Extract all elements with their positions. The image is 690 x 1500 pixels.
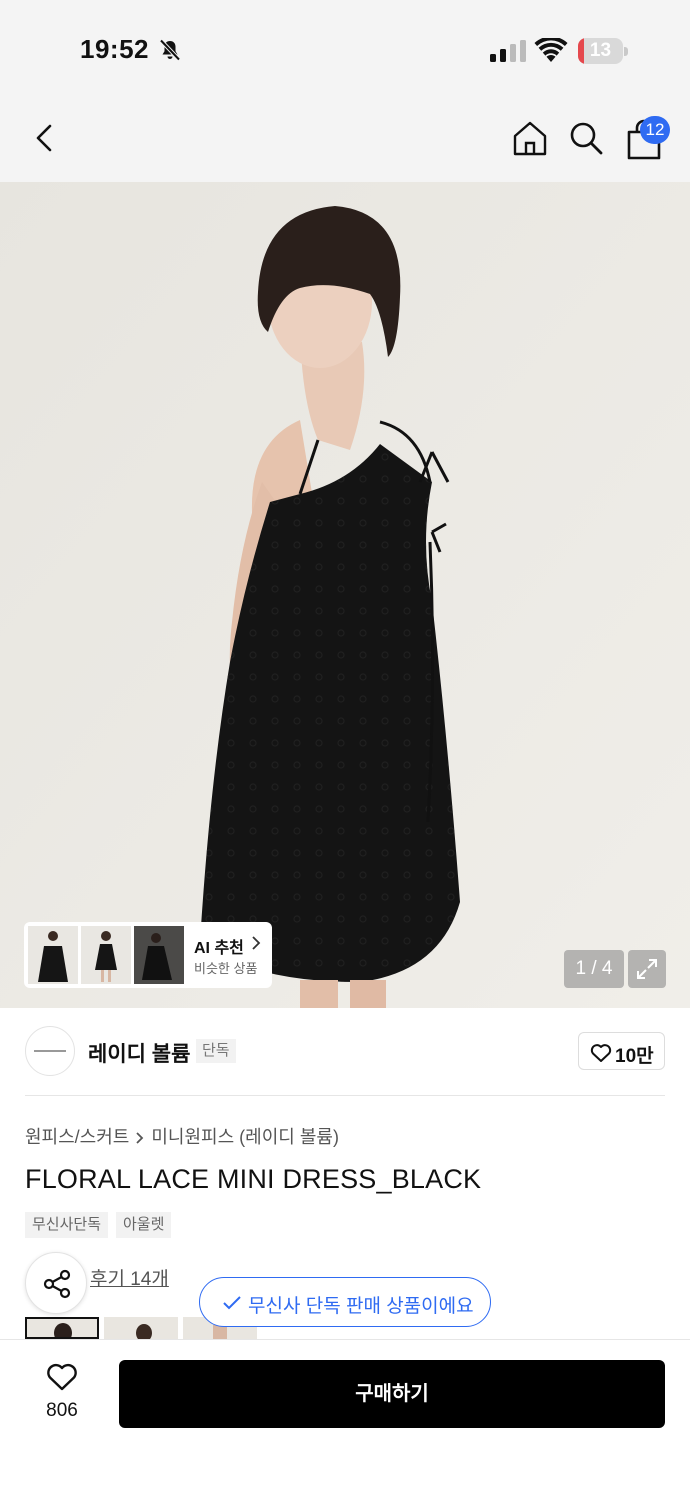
breadcrumb: 원피스/스커트 미니원피스 (레이디 볼륨) <box>25 1123 339 1149</box>
product-image-carousel[interactable]: AI 추천 비슷한 상품 1 / 4 <box>0 182 690 1008</box>
similar-product-thumbnail[interactable] <box>81 926 131 984</box>
home-icon[interactable] <box>510 118 550 158</box>
exclusive-sale-toast: 무신사 단독 판매 상품이에요 <box>199 1277 491 1327</box>
product-photo <box>0 182 690 1008</box>
brand-like-button[interactable]: 10만 <box>578 1032 665 1070</box>
buy-button[interactable]: 구매하기 <box>119 1360 665 1428</box>
brand-exclusive-tag: 단독 <box>196 1039 236 1063</box>
battery-indicator: 13 <box>578 38 628 64</box>
toast-text: 무신사 단독 판매 상품이에요 <box>248 1296 474 1317</box>
review-photo-thumbnail[interactable] <box>104 1317 178 1339</box>
ai-recommendation-title: AI 추천 <box>194 940 244 957</box>
wishlist-button[interactable]: 806 <box>30 1362 94 1432</box>
cart-count-badge: 12 <box>640 116 670 144</box>
ai-recommendation-subtitle: 비슷한 상품 <box>194 961 258 976</box>
bell-off-icon <box>159 39 181 61</box>
status-bar: 19:52 13 <box>0 0 690 100</box>
brand-name[interactable]: 레이디 볼륨 <box>88 1038 190 1068</box>
bottom-action-bar: 806 구매하기 <box>0 1339 690 1500</box>
cellular-signal-icon <box>490 40 526 62</box>
chevron-right-icon <box>252 936 261 950</box>
brand-logo[interactable] <box>25 1026 75 1076</box>
product-title: FLORAL LACE MINI DRESS_BLACK <box>25 1164 482 1194</box>
battery-level: 13 <box>589 40 612 61</box>
check-icon <box>223 1296 241 1310</box>
expand-icon <box>637 959 657 979</box>
heart-icon <box>47 1363 77 1391</box>
product-tag: 무신사단독 <box>25 1212 109 1238</box>
expand-image-button[interactable] <box>628 950 666 988</box>
divider <box>25 1095 665 1096</box>
top-nav-bar <box>0 100 690 182</box>
brand-like-count: 10만 <box>615 1046 654 1067</box>
breadcrumb-subcategory[interactable]: 미니원피스 (레이디 볼륨) <box>151 1123 339 1149</box>
wifi-icon <box>534 38 568 62</box>
chevron-right-icon <box>129 1129 151 1144</box>
status-time: 19:52 <box>80 34 149 64</box>
similar-product-thumbnail[interactable] <box>134 926 184 984</box>
back-arrow-icon[interactable] <box>28 120 62 156</box>
similar-product-thumbnail[interactable] <box>28 926 78 984</box>
share-icon <box>43 1269 71 1299</box>
wishlist-count: 806 <box>46 1400 78 1421</box>
share-button[interactable] <box>25 1252 87 1314</box>
ai-recommendation-card[interactable]: AI 추천 비슷한 상품 <box>24 922 272 988</box>
review-photo-thumbnail[interactable] <box>25 1317 99 1339</box>
search-icon[interactable] <box>566 118 606 158</box>
heart-icon <box>590 1044 612 1062</box>
product-tag: 아울렛 <box>116 1212 172 1238</box>
breadcrumb-category[interactable]: 원피스/스커트 <box>25 1123 129 1149</box>
review-count-link[interactable]: 후기 14개 <box>90 1264 169 1291</box>
image-page-indicator: 1 / 4 <box>564 950 624 988</box>
